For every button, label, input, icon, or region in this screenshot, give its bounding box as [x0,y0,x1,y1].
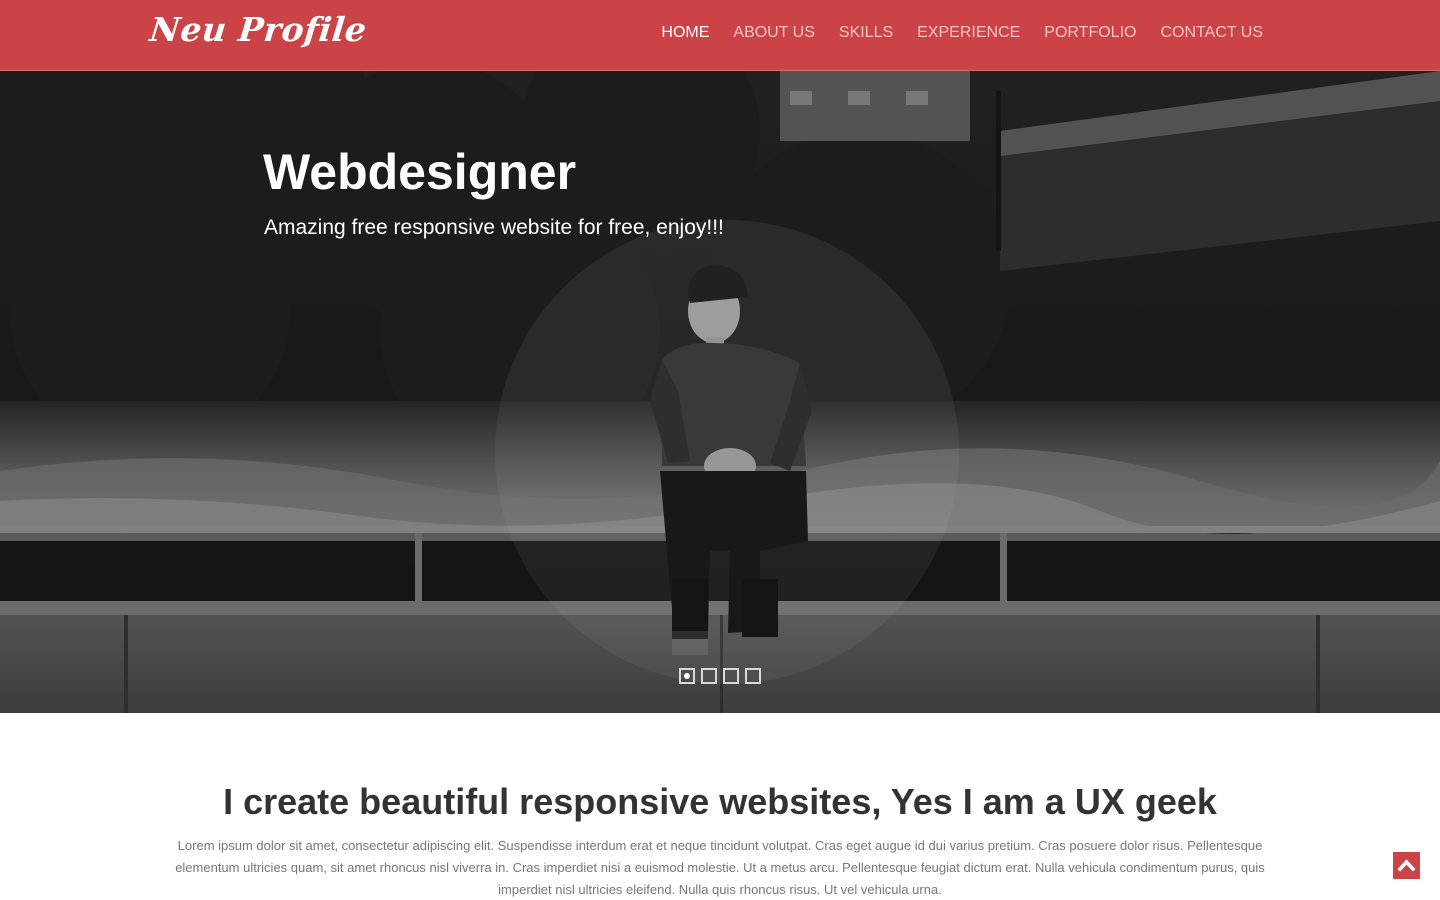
hero-background-image [0,71,1440,713]
brand-logo[interactable]: Neu Profile [148,10,369,49]
hero-slider: Webdesigner Amazing free responsive webs… [0,71,1440,713]
intro-heading: I create beautiful responsive websites, … [223,781,1217,822]
slider-dot-4[interactable] [745,668,761,684]
nav-item-about-us[interactable]: ABOUT US [733,24,815,42]
slider-dot-2[interactable] [701,668,717,684]
intro-paragraph: Lorem ipsum dolor sit amet, consectetur … [175,838,1265,897]
back-to-top-button[interactable] [1393,852,1420,879]
slider-dot-1[interactable] [679,668,695,684]
chevron-up-icon [1397,859,1416,872]
nav-item-experience[interactable]: EXPERIENCE [917,24,1020,42]
nav-item-skills[interactable]: SKILLS [839,24,893,42]
nav-item-portfolio[interactable]: PORTFOLIO [1044,24,1136,42]
hero-title: Webdesigner [263,144,577,200]
nav-item-home[interactable]: HOME [661,24,709,42]
nav-item-contact-us[interactable]: CONTACT US [1160,24,1263,42]
slider-dot-3[interactable] [723,668,739,684]
navbar: Neu Profile HOME ABOUT US SKILLS EXPERIE… [0,0,1440,71]
slider-pagination [679,668,761,684]
main-nav: HOME ABOUT US SKILLS EXPERIENCE PORTFOLI… [661,24,1263,42]
hero-subtitle: Amazing free responsive website for free… [264,216,724,239]
